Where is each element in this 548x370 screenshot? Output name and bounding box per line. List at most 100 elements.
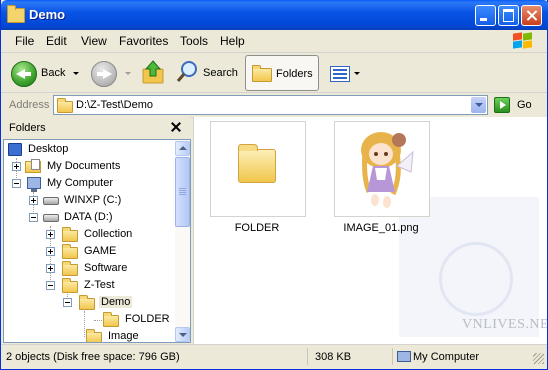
status-location: My Computer	[413, 351, 480, 363]
go-button-label[interactable]: Go	[517, 99, 532, 111]
folders-button-label: Folders	[276, 68, 313, 80]
image-thumbnail[interactable]	[334, 121, 430, 217]
tree-item-label: Desktop	[28, 143, 69, 155]
minimize-button[interactable]	[475, 5, 496, 26]
menu-file[interactable]: File	[15, 34, 34, 48]
tree-item-label: Software	[84, 262, 128, 274]
computer-icon	[27, 177, 41, 192]
address-value[interactable]: D:\Z-Test\Demo	[76, 99, 153, 111]
address-label: Address	[9, 99, 50, 111]
expand-plus-icon[interactable]	[46, 230, 55, 239]
tree-item-label: GAME	[84, 245, 117, 257]
file-name[interactable]: IMAGE_01.png	[316, 222, 446, 234]
tree-item-software[interactable]: Software	[4, 260, 174, 277]
search-button-label[interactable]: Search	[203, 67, 238, 79]
status-objects: 2 objects (Disk free space: 796 GB)	[1, 348, 308, 365]
folder-icon	[103, 312, 119, 327]
views-icon[interactable]	[330, 66, 350, 82]
scroll-thumb[interactable]	[175, 157, 190, 227]
tree-item-label: Collection	[84, 228, 133, 240]
folder-tree[interactable]: Desktop My Documents My Computer WINXP (…	[3, 139, 175, 343]
tree-scrollbar[interactable]	[175, 139, 191, 343]
watermark-circle	[439, 242, 513, 316]
status-bar: 2 objects (Disk free space: 796 GB) 308 …	[1, 344, 547, 367]
folder-icon	[62, 227, 78, 242]
menu-tools[interactable]: Tools	[180, 34, 208, 48]
watermark-text: VNLIVES.NET	[462, 317, 547, 332]
folder-thumbnail[interactable]	[210, 121, 306, 217]
menu-bar: File Edit View Favorites Tools Help	[1, 30, 547, 53]
tree-item-label: Image	[108, 330, 139, 342]
collapse-minus-icon[interactable]	[12, 179, 21, 188]
scroll-down-icon[interactable]	[175, 327, 190, 342]
tree-item-winxp-drive[interactable]: WINXP (C:)	[4, 192, 174, 209]
tree-item-label: My Computer	[47, 177, 114, 189]
drive-icon	[43, 197, 59, 205]
close-button[interactable]	[521, 5, 542, 26]
tree-item-label: WINXP (C:)	[64, 194, 122, 206]
window-title: Demo	[29, 7, 66, 22]
computer-icon	[397, 351, 411, 362]
forward-dropdown-icon[interactable]	[125, 72, 131, 75]
tree-item-image[interactable]: Image	[4, 328, 174, 342]
up-folder-icon[interactable]	[141, 59, 165, 85]
tree-item-demo[interactable]: Demo	[4, 294, 174, 311]
expand-plus-icon[interactable]	[12, 162, 21, 171]
documents-folder-icon	[25, 159, 41, 173]
search-icon[interactable]	[175, 59, 201, 85]
drive-icon	[43, 214, 59, 222]
windows-logo-icon	[511, 32, 533, 50]
tree-item-label: My Documents	[47, 160, 121, 172]
go-arrow-icon[interactable]	[494, 97, 510, 113]
tree-item-data-drive[interactable]: DATA (D:)	[4, 209, 174, 226]
open-folder-icon	[79, 295, 95, 310]
address-bar: Address D:\Z-Test\Demo	[1, 93, 547, 118]
folder-icon	[62, 244, 78, 259]
menu-edit[interactable]: Edit	[46, 34, 67, 48]
anime-girl-image	[361, 132, 414, 208]
collapse-minus-icon[interactable]	[46, 281, 55, 290]
title-bar[interactable]: Demo	[1, 0, 548, 30]
forward-arrow-icon[interactable]	[91, 61, 117, 87]
file-name[interactable]: FOLDER	[194, 222, 322, 234]
folders-icon	[252, 65, 272, 82]
desktop-icon	[8, 143, 22, 156]
tree-item-my-documents[interactable]: My Documents	[4, 158, 174, 175]
menu-help[interactable]: Help	[220, 34, 245, 48]
collapse-minus-icon[interactable]	[29, 213, 38, 222]
views-dropdown-icon[interactable]	[354, 72, 360, 75]
address-dropdown-icon[interactable]	[471, 97, 486, 113]
status-size: 308 KB	[310, 348, 393, 365]
collapse-minus-icon[interactable]	[63, 298, 72, 307]
back-button-label[interactable]: Back	[41, 67, 65, 79]
folders-pane-header: Folders	[1, 117, 191, 139]
back-arrow-icon[interactable]	[11, 61, 37, 87]
tree-item-my-computer[interactable]: My Computer	[4, 175, 174, 192]
tree-item-game[interactable]: GAME	[4, 243, 174, 260]
tree-item-label: FOLDER	[125, 313, 170, 325]
maximize-button[interactable]	[498, 5, 519, 26]
status-location-cell: My Computer	[395, 348, 533, 365]
close-pane-icon[interactable]	[171, 122, 181, 132]
menu-view[interactable]: View	[81, 34, 107, 48]
folder-icon	[57, 98, 73, 113]
tree-item-desktop[interactable]: Desktop	[4, 141, 174, 158]
tree-item-z-test[interactable]: Z-Test	[4, 277, 174, 294]
tree-item-label: Demo	[99, 296, 133, 308]
menu-favorites[interactable]: Favorites	[119, 34, 168, 48]
tree-item-collection[interactable]: Collection	[4, 226, 174, 243]
folder-icon	[62, 278, 78, 293]
address-input[interactable]: D:\Z-Test\Demo	[53, 95, 488, 115]
file-list-view[interactable]: VNLIVES.NET FOLDER IMAGE_01.png	[193, 117, 547, 344]
folder-icon	[86, 329, 102, 342]
tree-item-label: DATA (D:)	[64, 211, 113, 223]
back-dropdown-icon[interactable]	[73, 72, 79, 75]
scroll-up-icon[interactable]	[175, 141, 190, 156]
expand-plus-icon[interactable]	[46, 247, 55, 256]
folders-button[interactable]: Folders	[245, 55, 319, 91]
expand-plus-icon[interactable]	[29, 196, 38, 205]
resize-grip[interactable]	[533, 353, 544, 364]
folder-icon	[7, 5, 25, 23]
tree-item-folder[interactable]: FOLDER	[4, 311, 174, 328]
expand-plus-icon[interactable]	[46, 264, 55, 273]
